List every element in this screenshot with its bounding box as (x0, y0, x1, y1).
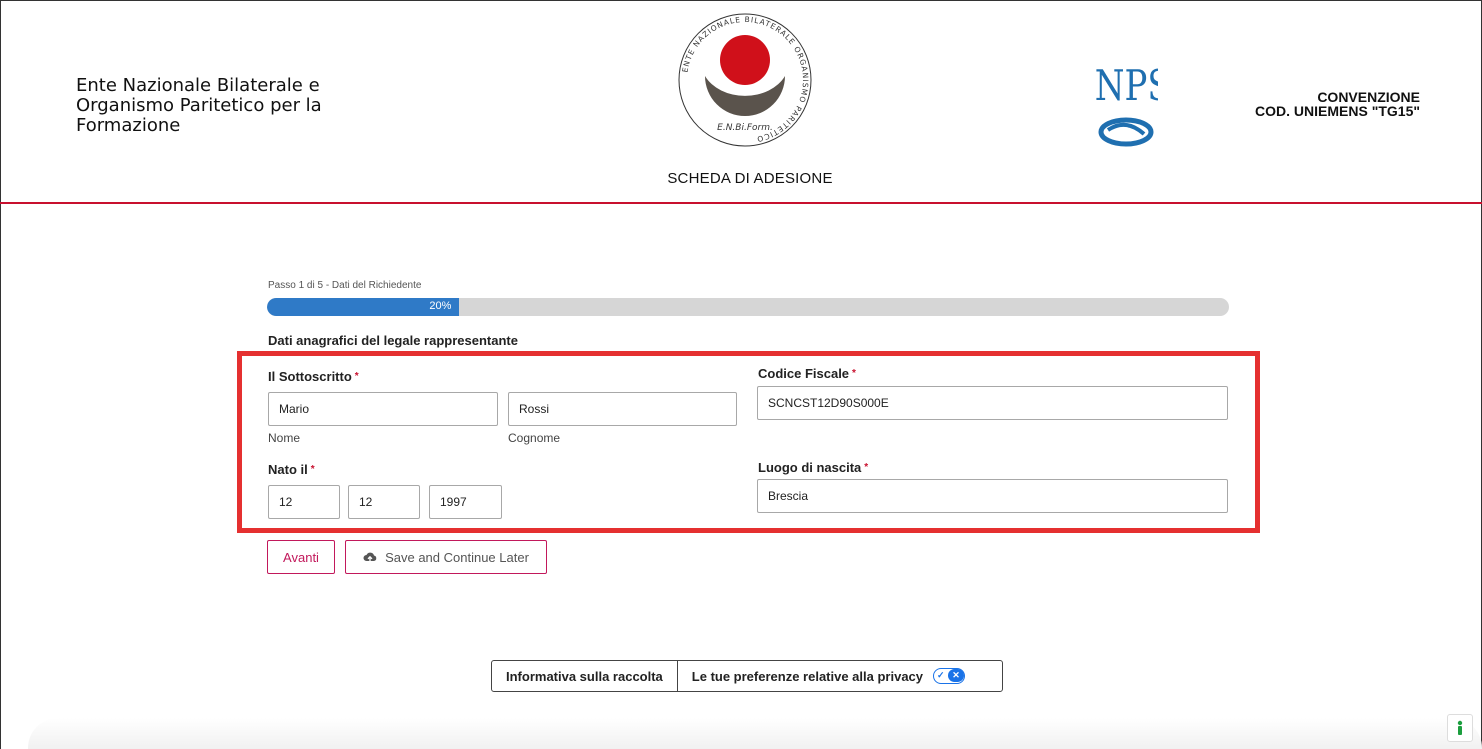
avanti-button[interactable]: Avanti (267, 540, 335, 574)
nato-il-label: Nato il * (268, 462, 315, 477)
inps-logo-text: INPS (1094, 61, 1158, 111)
save-continue-label: Save and Continue Later (385, 549, 529, 565)
privacy-info-link[interactable]: Informativa sulla raccolta (492, 661, 678, 691)
logo-abbr: E.N.Bi.Form. (717, 123, 773, 133)
enbiform-logo: ENTE NAZIONALE BILATERALE ORGANISMO PARI… (675, 10, 815, 150)
codice-fiscale-label: Codice Fiscale * (758, 366, 856, 381)
luogo-nascita-label: Luogo di nascita * (758, 460, 868, 475)
nome-sublabel: Nome (268, 431, 301, 445)
convention-line1: CONVENZIONE (1317, 89, 1420, 105)
birth-day-input[interactable]: 12 (268, 485, 340, 519)
cognome-input[interactable]: Rossi (508, 392, 737, 426)
luogo-nascita-input[interactable]: Brescia (757, 479, 1228, 513)
sottoscritto-label-text: Il Sottoscritto (268, 369, 352, 384)
birth-year-input[interactable]: 1997 (429, 485, 502, 519)
org-name: Ente Nazionale Bilaterale e Organismo Pa… (76, 75, 322, 136)
save-continue-button[interactable]: Save and Continue Later (345, 540, 547, 574)
accessibility-icon (1457, 720, 1463, 735)
progress-percent: 20% (429, 300, 452, 312)
cognome-sublabel: Cognome (508, 431, 561, 445)
privacy-preferences-link[interactable]: Le tue preferenze relative alla privacy … (678, 661, 979, 691)
form-title: SCHEDA DI ADESIONE (667, 170, 833, 187)
sottoscritto-label: Il Sottoscritto * (268, 369, 359, 384)
accessibility-button[interactable] (1447, 714, 1473, 742)
privacy-preferences-label: Le tue preferenze relative alla privacy (691, 668, 924, 684)
required-mark: * (852, 368, 856, 379)
progress-bar: 20% (267, 298, 1229, 316)
privacy-bar: Informativa sulla raccolta Le tue prefer… (491, 660, 1003, 692)
required-mark: * (864, 462, 869, 473)
privacy-info-label: Informativa sulla raccolta (506, 668, 663, 684)
privacy-toggle-icon[interactable]: ✓ ✕ (933, 668, 966, 684)
required-mark: * (354, 371, 359, 382)
nato-il-label-text: Nato il (268, 462, 308, 477)
inps-logo: INPS (1081, 60, 1171, 150)
step-label: Passo 1 di 5 - Dati del Richiedente (268, 280, 422, 291)
nome-input[interactable]: Mario (268, 392, 498, 426)
cloud-upload-icon (363, 552, 377, 562)
convention-info: CONVENZIONE COD. UNIEMENS "TG15" (1255, 90, 1420, 118)
section-title: Dati anagrafici del legale rappresentant… (268, 333, 518, 348)
codice-fiscale-label-text: Codice Fiscale (758, 366, 850, 381)
luogo-nascita-label-text: Luogo di nascita (758, 460, 862, 475)
codice-fiscale-input[interactable]: SCNCST12D90S000E (757, 386, 1228, 420)
birth-month-input[interactable]: 12 (348, 485, 420, 519)
required-mark: * (310, 464, 315, 475)
convention-line2: COD. UNIEMENS "TG15" (1255, 103, 1420, 119)
footer-panel (28, 718, 1482, 749)
page-header: Ente Nazionale Bilaterale e Organismo Pa… (0, 0, 1482, 204)
